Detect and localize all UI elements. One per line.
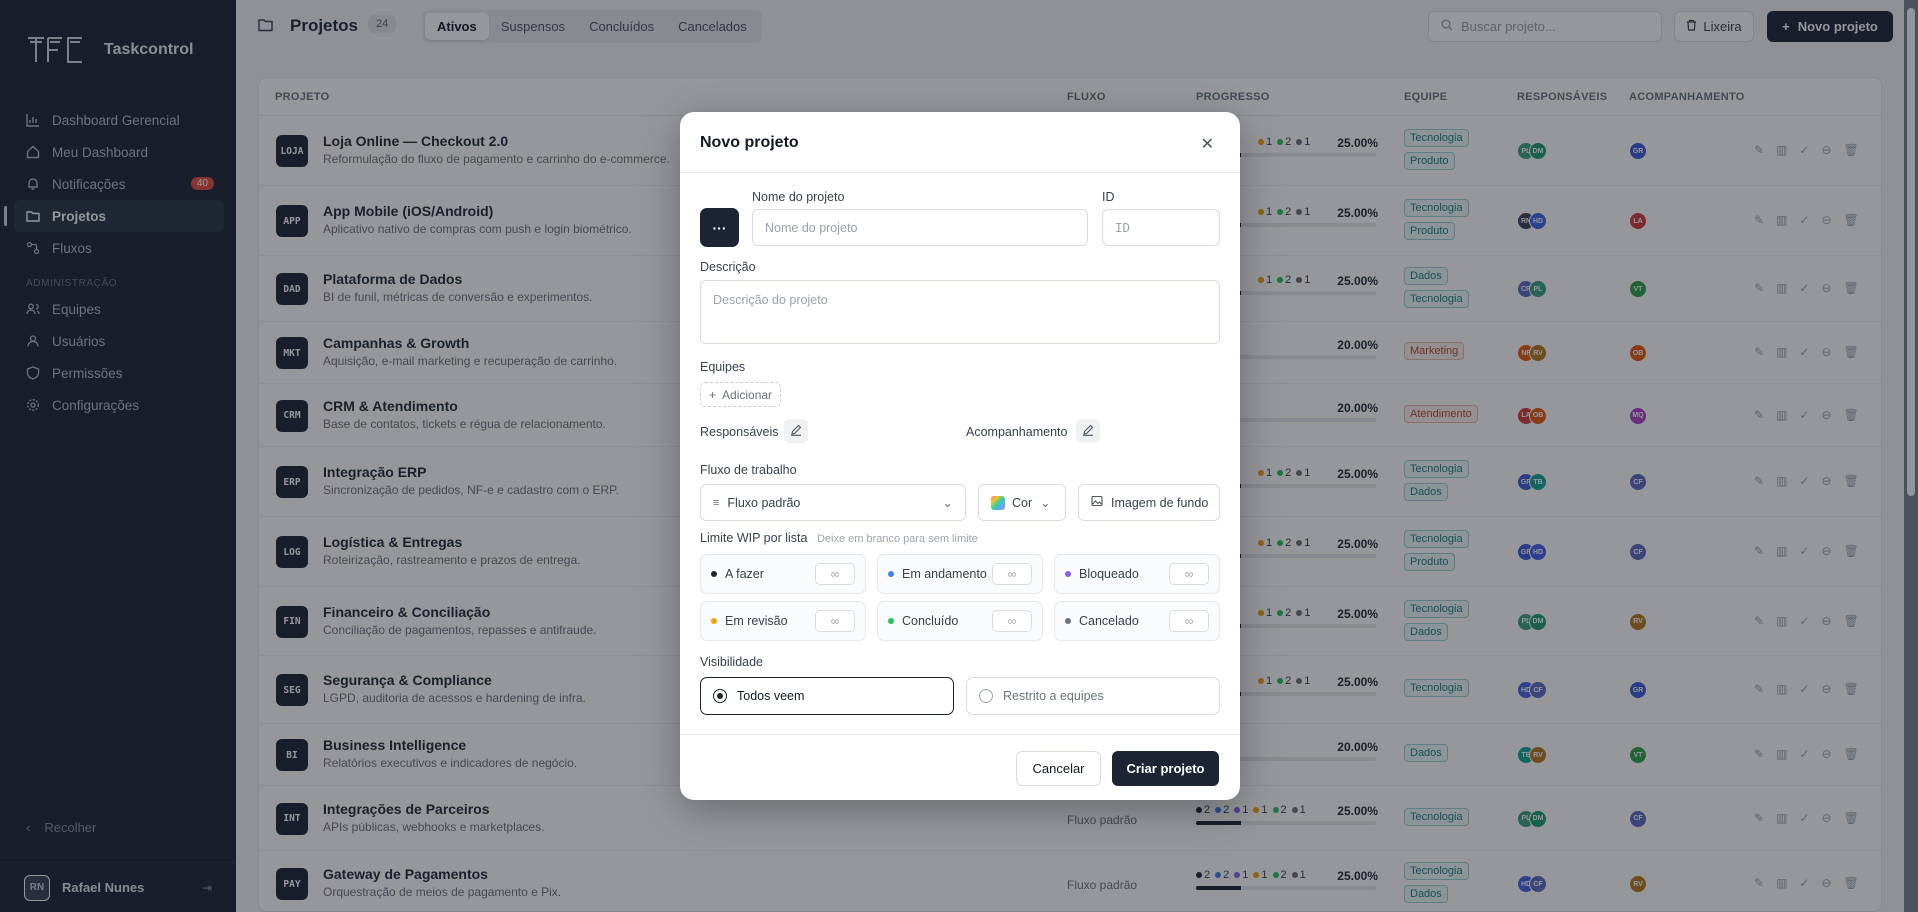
wip-limit-input[interactable]: ∞ — [992, 563, 1032, 585]
color-label: Cor — [1012, 495, 1033, 510]
wip-limit-input[interactable]: ∞ — [1169, 563, 1209, 585]
list-filter-icon: ≡ — [713, 496, 720, 509]
flow-label: Fluxo de trabalho — [700, 463, 797, 477]
edit-followers-button[interactable] — [1076, 419, 1100, 443]
wip-title: Limite WIP por lista — [700, 531, 808, 545]
status-dot — [711, 571, 717, 577]
wip-list-label: Cancelado — [1079, 614, 1139, 628]
color-picker-button[interactable]: Cor ⌄ — [978, 484, 1066, 521]
status-dot — [1065, 571, 1071, 577]
wip-list-label: Em revisão — [725, 614, 788, 628]
pencil-icon — [790, 424, 802, 439]
status-dot — [888, 618, 894, 624]
plus-icon: + — [709, 387, 717, 402]
background-image-button[interactable]: Imagem de fundo — [1078, 484, 1220, 521]
chevron-down-icon: ⌄ — [942, 496, 953, 510]
wip-limit-1: A fazer ∞ — [700, 554, 866, 594]
wip-list-label: Em andamento — [902, 567, 987, 581]
chevron-down-icon: ⌄ — [1040, 496, 1051, 510]
color-swatch-icon — [991, 495, 1005, 510]
create-project-button[interactable]: Criar projeto — [1112, 751, 1219, 786]
name-placeholder: Nome do projeto — [765, 220, 858, 235]
visibility-option-restricted[interactable]: Restrito a equipes — [966, 677, 1220, 715]
id-placeholder: ID — [1115, 220, 1131, 235]
wip-limit-6: Cancelado ∞ — [1054, 601, 1220, 641]
status-dot — [1065, 618, 1071, 624]
project-id-input[interactable]: ID — [1102, 209, 1220, 246]
description-label: Descrição — [700, 260, 756, 274]
project-icon-button[interactable]: ··· — [700, 208, 739, 247]
wip-limit-input[interactable]: ∞ — [815, 610, 855, 632]
vis-restricted-label: Restrito a equipes — [1003, 689, 1104, 703]
background-image-label: Imagem de fundo — [1111, 495, 1209, 510]
teams-label: Equipes — [700, 360, 746, 374]
new-project-modal: Novo projeto ✕ ··· Nome do projeto Nome … — [680, 112, 1240, 800]
status-dot — [711, 618, 717, 624]
wip-list-label: A fazer — [725, 567, 764, 581]
modal-divider — [680, 172, 1240, 173]
wip-limit-5: Concluído ∞ — [877, 601, 1043, 641]
wip-list-label: Concluído — [902, 614, 959, 628]
wip-limit-2: Em andamento ∞ — [877, 554, 1043, 594]
page-scrollbar[interactable] — [1904, 0, 1918, 912]
wip-limit-input[interactable]: ∞ — [992, 610, 1032, 632]
more-icon: ··· — [712, 219, 727, 236]
visibility-label: Visibilidade — [700, 655, 764, 669]
id-label: ID — [1102, 190, 1115, 204]
pencil-icon — [1082, 424, 1094, 439]
wip-limit-4: Em revisão ∞ — [700, 601, 866, 641]
description-placeholder: Descrição do projeto — [713, 293, 828, 307]
radio-selected-icon — [713, 689, 727, 703]
wip-limit-input[interactable]: ∞ — [1169, 610, 1209, 632]
visibility-option-all[interactable]: Todos veem — [700, 677, 954, 715]
edit-owners-button[interactable] — [784, 419, 808, 443]
add-team-button[interactable]: + Adicionar — [700, 382, 782, 407]
description-textarea[interactable]: Descrição do projeto — [700, 280, 1220, 344]
flow-select[interactable]: ≡ Fluxo padrão ⌄ — [700, 484, 966, 521]
followers-label: Acompanhamento — [966, 425, 1068, 439]
wip-label: Limite WIP por lista Deixe em branco par… — [700, 531, 978, 545]
wip-limit-input[interactable]: ∞ — [815, 563, 855, 585]
owners-label: Responsáveis — [700, 425, 779, 439]
radio-icon — [979, 689, 993, 703]
image-icon — [1091, 495, 1103, 510]
wip-hint: Deixe em branco para sem limite — [816, 533, 978, 545]
cancel-button[interactable]: Cancelar — [1016, 751, 1101, 786]
flow-select-value: Fluxo padrão — [727, 495, 801, 510]
modal-footer-divider — [680, 734, 1240, 735]
status-dot — [888, 571, 894, 577]
wip-list-label: Bloqueado — [1079, 567, 1139, 581]
project-name-input[interactable]: Nome do projeto — [752, 209, 1088, 246]
name-label: Nome do projeto — [752, 190, 845, 204]
modal-title: Novo projeto — [700, 134, 799, 151]
vis-all-label: Todos veem — [737, 689, 805, 703]
wip-limit-3: Bloqueado ∞ — [1054, 554, 1220, 594]
scrollbar-thumb[interactable] — [1907, 8, 1915, 496]
close-icon[interactable]: ✕ — [1201, 134, 1214, 154]
add-team-label: Adicionar — [722, 387, 773, 402]
